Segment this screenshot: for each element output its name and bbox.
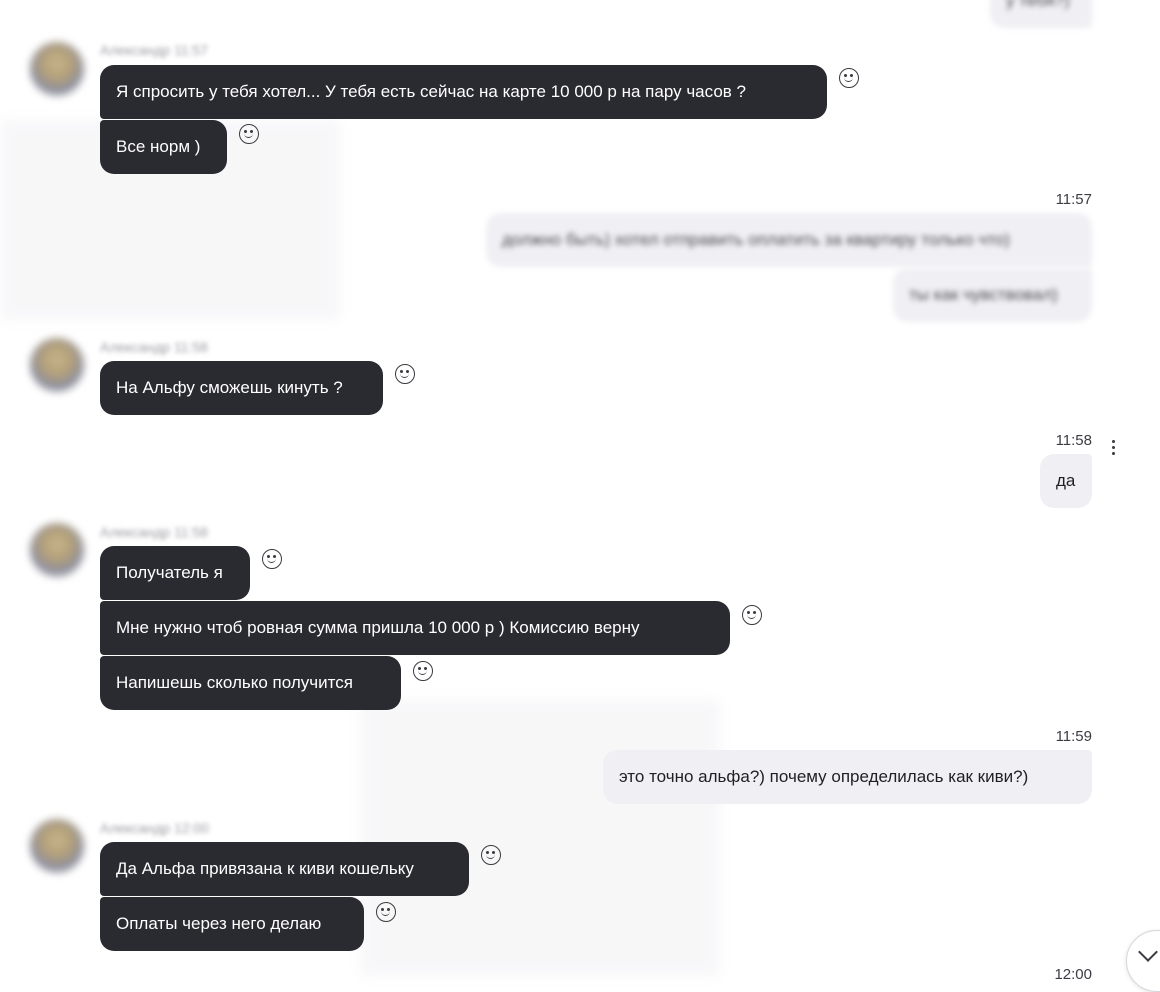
smiley-icon[interactable]	[413, 661, 433, 681]
smiley-icon[interactable]	[262, 549, 282, 569]
message-text: да	[1056, 471, 1076, 490]
outgoing-message[interactable]: это точно альфа?) почему определилась ка…	[603, 750, 1092, 804]
sender-name: Александр 11:58	[100, 339, 208, 355]
background-blur	[360, 700, 720, 976]
message-time: 11:59	[1055, 728, 1092, 745]
message-text: у тебя?)	[1006, 0, 1070, 10]
avatar[interactable]	[30, 42, 84, 96]
more-vertical-icon[interactable]	[1112, 440, 1116, 456]
message-text: должно быть) хотел отправить оплатить за…	[502, 230, 1010, 249]
smiley-icon[interactable]	[742, 605, 762, 625]
message-text: Мне нужно чтоб ровная сумма пришла 10 00…	[116, 618, 640, 637]
incoming-message[interactable]: На Альфу сможешь кинуть ?	[100, 361, 383, 415]
smiley-icon[interactable]	[839, 68, 859, 88]
message-text: ты как чувствовал)	[909, 285, 1058, 304]
message-time: 11:57	[1055, 191, 1092, 208]
sender-name: Александр 11:57	[100, 42, 208, 58]
smiley-icon[interactable]	[239, 124, 259, 144]
message-time: 11:58	[1055, 432, 1092, 449]
message-text: На Альфу сможешь кинуть ?	[116, 378, 343, 397]
message-text: Все норм )	[116, 137, 201, 156]
incoming-message[interactable]: Напишешь сколько получится	[100, 656, 401, 710]
outgoing-message[interactable]: да	[1040, 454, 1092, 508]
outgoing-message[interactable]: должно быть) хотел отправить оплатить за…	[486, 213, 1092, 267]
incoming-message[interactable]: Оплаты через него делаю	[100, 897, 364, 951]
message-text: Напишешь сколько получится	[116, 673, 353, 692]
avatar[interactable]	[30, 523, 84, 577]
chat-pane: у тебя?) Александр 11:57 Я спросить у те…	[0, 0, 1160, 992]
avatar[interactable]	[30, 819, 84, 873]
incoming-message[interactable]: Да Альфа привязана к киви кошельку	[100, 842, 469, 896]
incoming-message[interactable]: Мне нужно чтоб ровная сумма пришла 10 00…	[100, 601, 730, 655]
smiley-icon[interactable]	[395, 364, 415, 384]
message-text: Я спросить у тебя хотел... У тебя есть с…	[116, 82, 746, 101]
smiley-icon[interactable]	[481, 845, 501, 865]
sender-name: Александр 11:58	[100, 524, 208, 540]
message-text: Получатель я	[116, 563, 223, 582]
outgoing-message[interactable]: ты как чувствовал)	[893, 268, 1092, 322]
incoming-message[interactable]: Получатель я	[100, 546, 250, 600]
message-text: Да Альфа привязана к киви кошельку	[116, 859, 414, 878]
incoming-message[interactable]: Я спросить у тебя хотел... У тебя есть с…	[100, 65, 827, 119]
smiley-icon[interactable]	[376, 902, 396, 922]
message-text: Оплаты через него делаю	[116, 914, 322, 933]
outgoing-message[interactable]: у тебя?)	[990, 0, 1092, 28]
message-text: это точно альфа?) почему определилась ка…	[619, 767, 1029, 786]
incoming-message[interactable]: Все норм )	[100, 120, 227, 174]
message-time: 12:00	[1054, 966, 1092, 983]
avatar[interactable]	[30, 338, 84, 392]
sender-name: Александр 12:00	[100, 820, 209, 836]
chevron-down-icon[interactable]	[1126, 930, 1160, 992]
